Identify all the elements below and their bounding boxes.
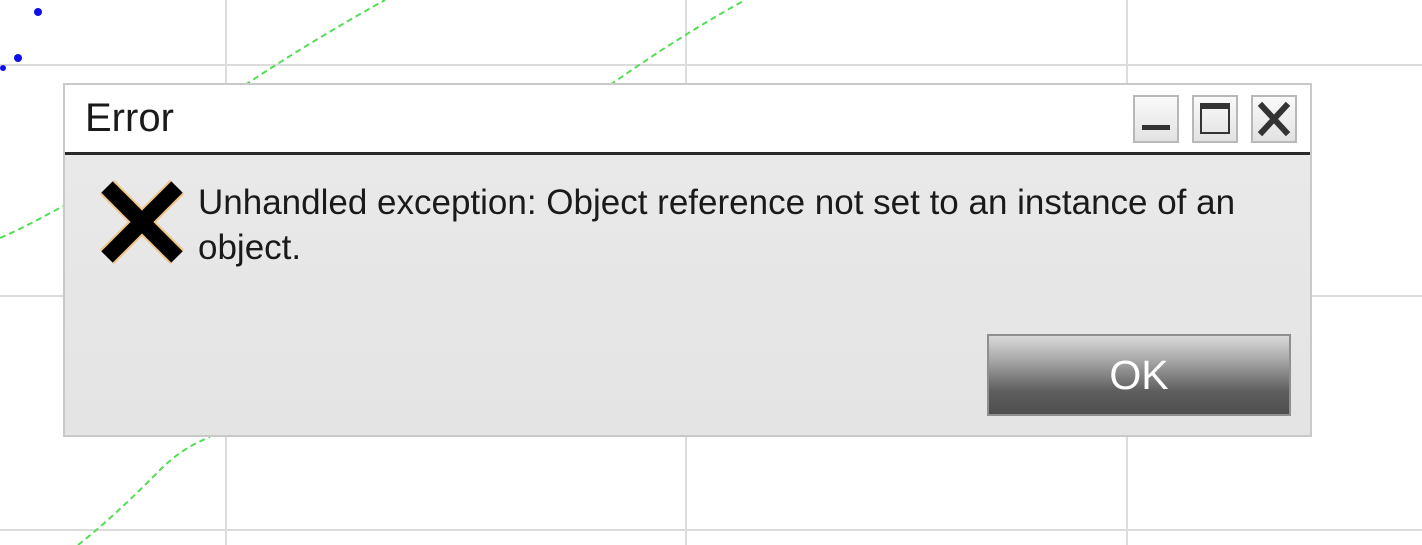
minimize-icon (1142, 125, 1170, 130)
dialog-titlebar: Error (65, 85, 1310, 155)
plot-points (0, 8, 42, 71)
maximize-icon (1200, 103, 1230, 134)
error-x-icon (99, 179, 185, 265)
minimize-button[interactable] (1133, 95, 1179, 143)
error-message: Unhandled exception: Object reference no… (198, 183, 1236, 267)
dialog-title: Error (85, 96, 174, 140)
close-icon (1257, 101, 1291, 137)
error-dialog: Error Unhandled exception: Object refere… (63, 83, 1312, 437)
ok-button[interactable]: OK (987, 334, 1291, 416)
maximize-button[interactable] (1192, 95, 1238, 143)
close-button[interactable] (1251, 95, 1297, 143)
